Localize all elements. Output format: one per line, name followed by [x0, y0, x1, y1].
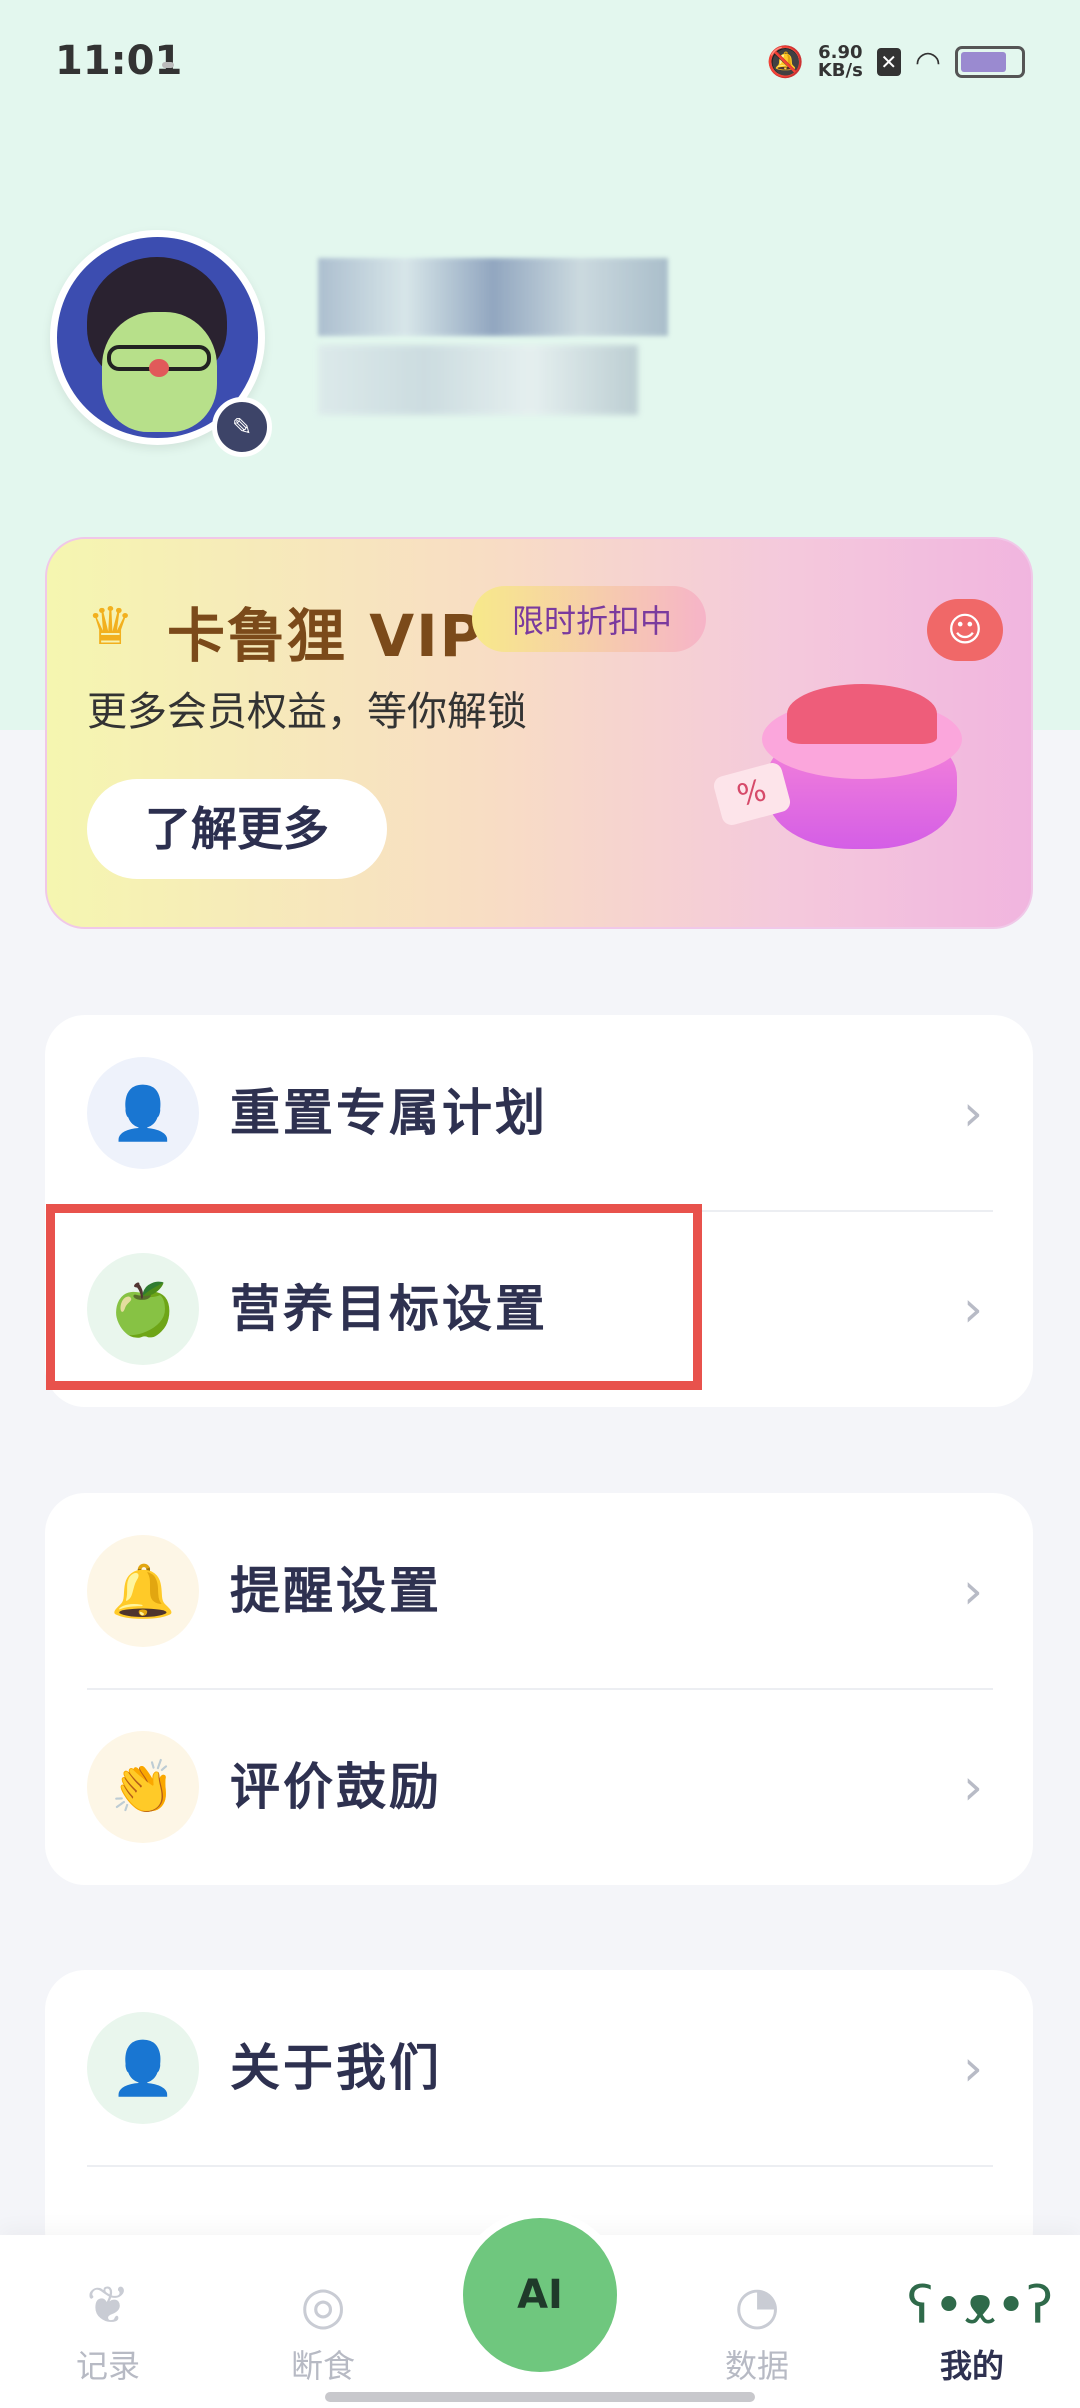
feather-icon: ❦	[86, 2276, 130, 2336]
tab-label: 数据	[724, 2347, 789, 2385]
tab-label: 断食	[290, 2347, 355, 2385]
learn-more-button[interactable]: 了解更多	[87, 779, 387, 879]
network-speed: 6.90 KB/s	[818, 44, 863, 80]
sim-disabled-icon: ✕	[876, 48, 901, 76]
divider	[87, 2165, 993, 2167]
menu-item-label: 关于我们	[230, 2039, 442, 2097]
notification-dot	[162, 62, 174, 68]
person-icon: 👤	[87, 2012, 199, 2124]
user-id-blurred	[318, 345, 638, 415]
menu-item-reminders[interactable]: 🔔 提醒设置 ›	[45, 1493, 1033, 1689]
edit-profile-icon[interactable]: ✎	[212, 397, 272, 457]
menu-card-settings: 🔔 提醒设置 › 👏 评价鼓励 ›	[45, 1493, 1033, 1885]
vip-discount-tag: 限时折扣中	[472, 586, 707, 652]
tab-mine[interactable]: ʕ•ᴥ•ʔ 我的	[907, 2275, 1053, 2387]
fasting-icon: ◎	[300, 2276, 346, 2336]
mute-bell-icon: 🔕	[766, 44, 804, 80]
battery-icon	[955, 46, 1025, 78]
wifi-icon: ◠	[914, 44, 941, 80]
tab-data[interactable]: ◔ 数据	[692, 2275, 822, 2387]
chevron-right-icon: ›	[963, 1562, 983, 1620]
username-blurred	[318, 258, 668, 336]
chevron-right-icon: ›	[963, 2039, 983, 2097]
bear-face-icon: ʕ•ᴥ•ʔ	[907, 2276, 1053, 2336]
chevron-right-icon: ›	[963, 1280, 983, 1338]
menu-item-rate-us[interactable]: 👏 评价鼓励 ›	[45, 1689, 1033, 1885]
tab-label: 我的	[939, 2347, 1004, 2385]
menu-item-label: 重置专属计划	[230, 1084, 548, 1142]
chevron-right-icon: ›	[963, 1084, 983, 1142]
person-icon: 👤	[87, 1057, 199, 1169]
status-bar: 11:01 🔕 6.90 KB/s ✕ ◠	[0, 0, 1080, 130]
status-time: 11:01	[55, 38, 183, 84]
menu-item-label: 提醒设置	[230, 1562, 442, 1620]
network-speed-unit: KB/s	[817, 60, 863, 81]
ai-assistant-button[interactable]: AI	[455, 2210, 625, 2380]
menu-item-reset-plan[interactable]: 👤 重置专属计划 ›	[45, 1015, 1033, 1211]
vip-title: 卡鲁狸 VIP	[167, 602, 485, 670]
menu-item-label: 评价鼓励	[230, 1758, 442, 1816]
status-icons: 🔕 6.90 KB/s ✕ ◠	[766, 40, 1025, 84]
pie-chart-icon: ◔	[734, 2276, 780, 2336]
clap-icon: 👏	[87, 1731, 199, 1843]
gift-box-icon: ☺ %	[711, 599, 1003, 899]
crown-icon: ♛	[87, 597, 134, 657]
vip-banner[interactable]: ♛ 卡鲁狸 VIP 限时折扣中 更多会员权益，等你解锁 了解更多 ☺ %	[45, 537, 1033, 929]
tab-record[interactable]: ❦ 记录	[43, 2275, 173, 2387]
highlight-box	[46, 1204, 702, 1390]
tab-label: 记录	[75, 2347, 140, 2385]
tab-fasting[interactable]: ◎ 断食	[258, 2275, 388, 2387]
bell-icon: 🔔	[87, 1535, 199, 1647]
smile-bubble-icon: ☺	[927, 599, 1003, 661]
home-indicator[interactable]	[325, 2392, 755, 2402]
ai-bear-icon: AI	[517, 2272, 563, 2318]
vip-subtitle: 更多会员权益，等你解锁	[87, 689, 527, 735]
menu-item-about-us[interactable]: 👤 关于我们 ›	[45, 1970, 1033, 2166]
chevron-right-icon: ›	[963, 1758, 983, 1816]
